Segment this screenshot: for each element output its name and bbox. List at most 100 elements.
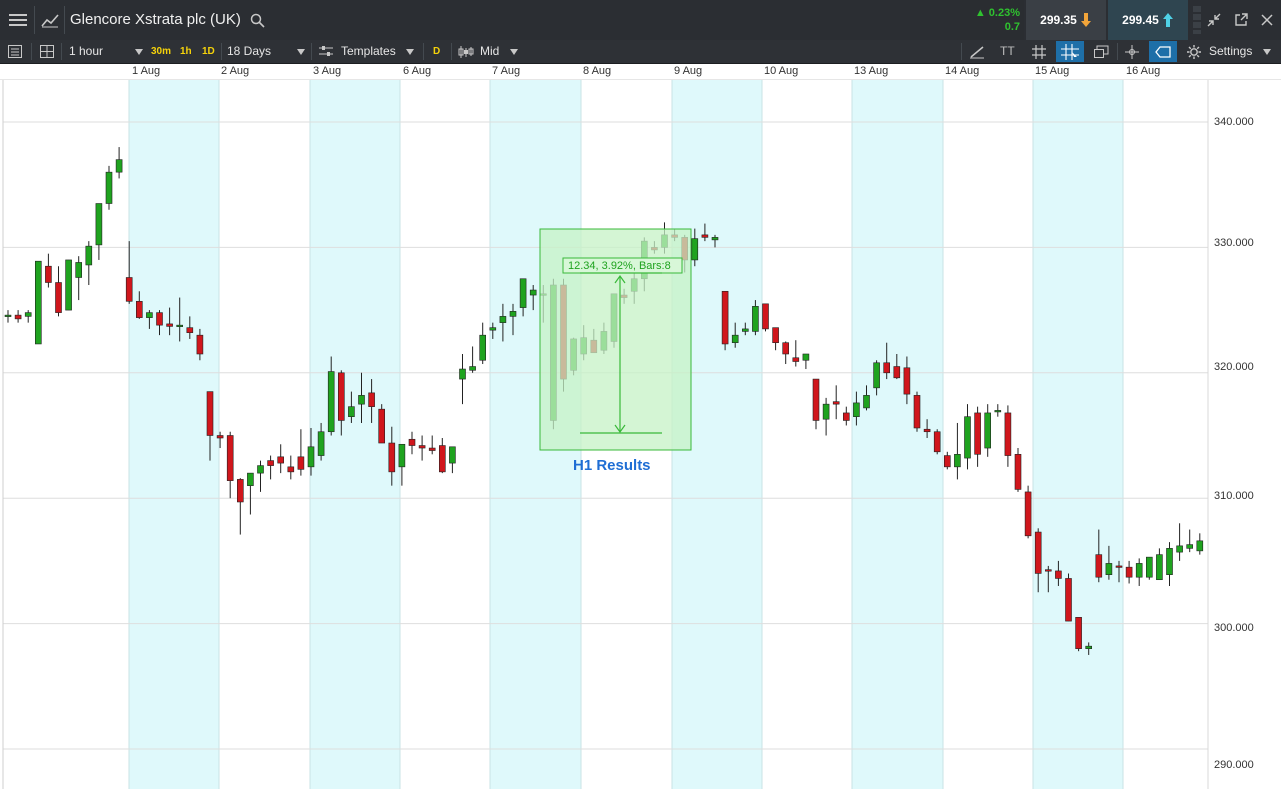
tag-icon[interactable] (1149, 41, 1177, 62)
candle[interactable] (267, 455, 274, 480)
settings-button[interactable]: Settings (1209, 40, 1252, 63)
candle[interactable] (287, 455, 295, 480)
interval-select[interactable]: 1 hour (69, 40, 103, 63)
candle[interactable] (257, 460, 264, 492)
candle[interactable] (1186, 529, 1193, 553)
candle[interactable] (65, 259, 72, 311)
candle[interactable] (1166, 542, 1173, 586)
candle[interactable] (802, 353, 810, 370)
d-button[interactable]: D (433, 40, 440, 63)
candle[interactable] (1176, 523, 1183, 561)
candle[interactable] (226, 431, 234, 499)
candle[interactable] (115, 147, 123, 179)
candle[interactable] (85, 241, 93, 286)
candle[interactable] (237, 478, 244, 535)
candle[interactable] (1156, 548, 1163, 581)
candle[interactable] (449, 446, 456, 474)
candle[interactable] (1075, 617, 1082, 652)
draw-line-icon[interactable] (967, 43, 987, 60)
search-icon[interactable] (249, 12, 265, 28)
candle[interactable] (964, 404, 971, 470)
windows-icon[interactable] (1091, 43, 1111, 60)
collapse-icon[interactable] (1206, 12, 1222, 28)
price-chart[interactable] (0, 80, 1281, 789)
chart-type-icon[interactable] (38, 9, 62, 31)
text-tool-button[interactable]: TT (1000, 40, 1015, 63)
candle[interactable] (1024, 485, 1032, 539)
depth-icon[interactable] (1190, 4, 1204, 36)
candle[interactable] (105, 165, 113, 210)
quick-1d-button[interactable]: 1D (202, 40, 215, 63)
interval-dropdown-icon[interactable] (134, 47, 144, 57)
candle[interactable] (812, 378, 820, 430)
candle[interactable] (95, 203, 103, 260)
candle[interactable] (954, 422, 961, 480)
layout-icon[interactable] (38, 43, 56, 60)
quick-1h-button[interactable]: 1h (180, 40, 192, 63)
candle[interactable] (943, 451, 951, 470)
candle[interactable] (469, 346, 476, 373)
candle[interactable] (277, 444, 285, 474)
candle[interactable] (1125, 560, 1133, 584)
candle[interactable] (45, 253, 52, 288)
candle[interactable] (1135, 558, 1143, 586)
price-type-select[interactable]: Mid (480, 40, 499, 63)
candle[interactable] (762, 303, 769, 332)
candle[interactable] (1004, 405, 1012, 467)
close-icon[interactable] (1259, 12, 1275, 28)
candle[interactable] (297, 429, 305, 476)
candle[interactable] (933, 429, 941, 455)
quick-30m-button[interactable]: 30m (151, 40, 171, 63)
candle[interactable] (479, 322, 487, 365)
templates-icon[interactable] (318, 44, 334, 59)
candle[interactable] (4, 310, 12, 323)
candle[interactable] (1065, 573, 1072, 622)
candle[interactable] (782, 341, 790, 365)
templates-dropdown-icon[interactable] (405, 47, 415, 57)
candle[interactable] (913, 391, 921, 432)
crosshair-active-icon[interactable] (1056, 41, 1084, 62)
candle[interactable] (247, 472, 254, 515)
y-axis-label: 300.000 (1214, 622, 1254, 634)
candle[interactable] (721, 290, 729, 351)
buy-price-button[interactable]: 299.45 (1108, 0, 1188, 40)
grid-icon[interactable] (1029, 43, 1049, 60)
popout-icon[interactable] (1233, 12, 1249, 28)
settings-gear-icon[interactable] (1185, 43, 1203, 60)
sell-price-button[interactable]: 299.35 (1026, 0, 1106, 40)
candle[interactable] (378, 404, 386, 444)
range-select[interactable]: 18 Days (227, 40, 271, 63)
instrument-title[interactable]: Glencore Xstrata plc (UK) (70, 0, 241, 40)
list-icon[interactable] (6, 43, 24, 60)
candle[interactable] (832, 385, 840, 420)
candle[interactable] (418, 435, 426, 461)
range-dropdown-icon[interactable] (296, 47, 306, 57)
candle[interactable] (994, 404, 1002, 417)
menu-icon[interactable] (6, 10, 30, 30)
candle[interactable] (984, 404, 992, 457)
candle[interactable] (75, 256, 82, 301)
candle[interactable] (428, 435, 436, 455)
date-axis (0, 64, 1281, 80)
candle[interactable] (822, 397, 830, 436)
candle[interactable] (1146, 556, 1153, 580)
candle[interactable] (24, 310, 32, 323)
candle[interactable] (34, 260, 42, 345)
price-type-dropdown-icon[interactable] (509, 47, 519, 57)
candle[interactable] (1014, 448, 1022, 492)
candle[interactable] (408, 431, 416, 455)
candle[interactable] (1196, 533, 1204, 555)
candle[interactable] (974, 406, 981, 467)
candle[interactable] (438, 438, 446, 474)
candle[interactable] (459, 353, 466, 405)
candle[interactable] (14, 310, 22, 323)
candle[interactable] (842, 406, 850, 426)
candle[interactable] (792, 340, 800, 367)
magnet-icon[interactable] (1122, 43, 1142, 60)
candle[interactable] (772, 327, 779, 351)
templates-button[interactable]: Templates (341, 40, 396, 63)
date-label: 15 Aug (1035, 65, 1070, 77)
settings-dropdown-icon[interactable] (1262, 47, 1272, 57)
candle-type-icon[interactable] (457, 43, 475, 60)
candle[interactable] (55, 266, 62, 317)
